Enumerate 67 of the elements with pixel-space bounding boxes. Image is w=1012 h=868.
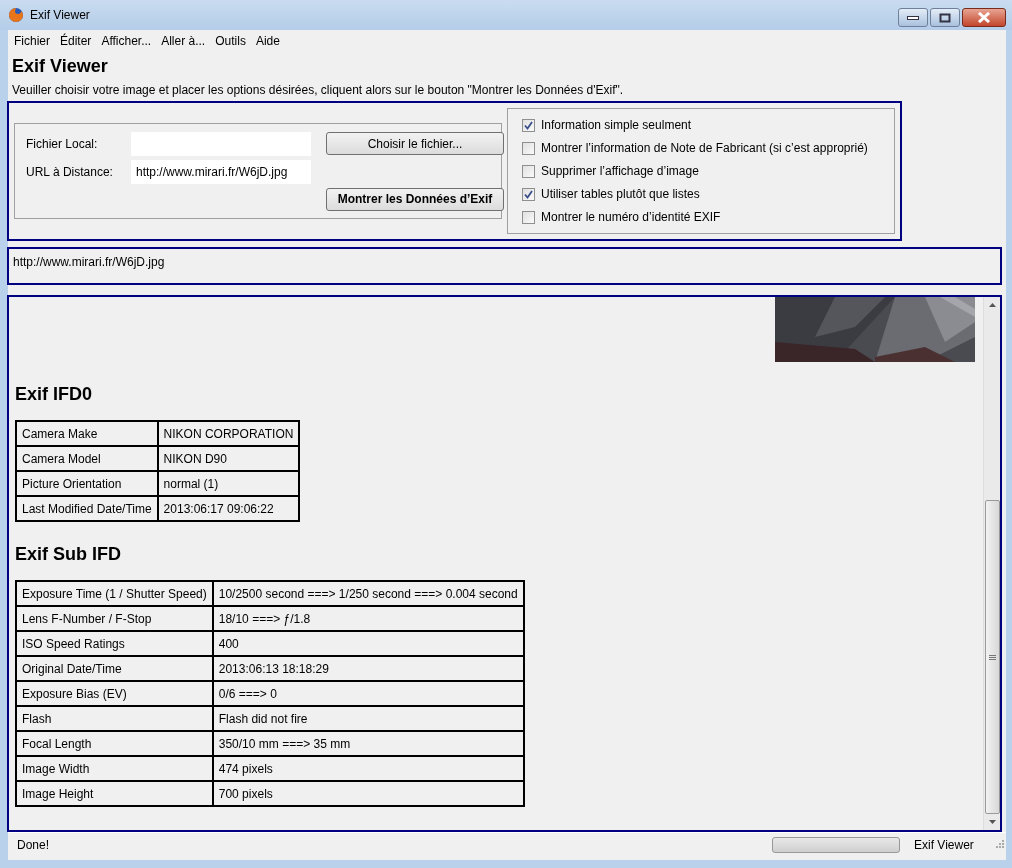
section-heading: Exif Sub IFD <box>15 544 122 565</box>
value-cell: 474 pixels <box>212 756 524 781</box>
checkbox[interactable] <box>522 164 535 178</box>
section-heading: Exif IFD0 <box>15 384 94 405</box>
maximize-icon <box>939 12 951 23</box>
minimize-button[interactable] <box>898 8 928 27</box>
checkbox[interactable] <box>522 118 535 132</box>
tag-cell: Exposure Time (1 / Shutter Speed) <box>16 581 213 606</box>
status-message: Done! <box>17 838 51 852</box>
tag-cell: Last Modified Date/Time <box>16 496 158 521</box>
value-cell: 350/10 mm ===> 35 mm <box>212 731 524 756</box>
tag-cell: Camera Model <box>16 446 158 471</box>
minimize-icon <box>907 14 919 21</box>
tag-cell: Image Width <box>16 756 213 781</box>
option-label: Montrer l’information de Note de Fabricant (si c’est approprié) <box>541 141 868 155</box>
close-icon <box>977 12 991 23</box>
page-heading: Exif Viewer <box>12 55 109 77</box>
tag-cell: Original Date/Time <box>16 656 213 681</box>
value-cell: normal (1) <box>157 471 300 496</box>
url-field[interactable]: http://www.mirari.fr/W6jD.jpg <box>131 159 311 184</box>
tag-cell: Picture Orientation <box>16 471 158 496</box>
tag-cell: Exposure Bias (EV) <box>16 681 213 706</box>
menu-item[interactable]: Éditer <box>56 34 98 48</box>
tag-cell: Image Height <box>16 781 213 806</box>
menu-item[interactable]: Fichier <box>10 34 56 48</box>
choose-file-button[interactable]: Choisir le fichier... <box>326 132 504 155</box>
field-label: Fichier Local: <box>26 136 99 151</box>
show-exif-button[interactable]: Montrer les Données d’Exif <box>326 187 504 211</box>
value-cell: 2013:06:17 09:06:22 <box>157 496 300 521</box>
option-label: Supprimer l’affichage d’image <box>541 164 699 178</box>
browser-icon <box>8 7 24 23</box>
status-app-name: Exif Viewer <box>914 838 975 852</box>
value-cell: 10/2500 second ===> 1/250 second ===> 0.004 second <box>212 581 524 606</box>
option-label: Utiliser tables plutôt que listes <box>541 187 700 201</box>
checkbox[interactable] <box>522 210 535 224</box>
value-cell: 400 <box>212 631 524 656</box>
option-label: Information simple seulment <box>541 118 692 132</box>
maximize-button[interactable] <box>930 8 960 27</box>
tag-cell: Focal Length <box>16 731 213 756</box>
scrollbar[interactable] <box>983 297 1000 830</box>
menu-item[interactable]: Afficher... <box>97 34 158 48</box>
instructions-text: Veuiller choisir votre image et placer les options désirées, cliquent alors sur le bouton "Montrer les Données d'Exif". <box>12 83 625 97</box>
tag-cell: Flash <box>16 706 213 731</box>
field-label: URL à Distance: <box>26 164 114 179</box>
option-label: Montrer le numéro d’identité EXIF <box>541 210 721 224</box>
grip-icon <box>989 653 996 661</box>
tag-cell: ISO Speed Ratings <box>16 631 213 656</box>
scroll-down-icon[interactable] <box>988 820 996 824</box>
value-cell: Flash did not fire <box>212 706 524 731</box>
menu-item[interactable]: Aller à... <box>157 34 212 48</box>
value-cell: NIKON D90 <box>157 446 300 471</box>
tag-cell: Lens F-Number / F-Stop <box>16 606 213 631</box>
value-cell: 18/10 ===> ƒ/1.8 <box>212 606 524 631</box>
value-cell: 700 pixels <box>212 781 524 806</box>
image-url: http://www.mirari.fr/W6jD.jpg <box>13 255 165 269</box>
value-cell: NIKON CORPORATION <box>157 421 300 446</box>
value-cell: 0/6 ===> 0 <box>212 681 524 706</box>
scroll-up-icon[interactable] <box>988 303 996 307</box>
window-title: Exif Viewer <box>30 8 91 22</box>
menu-item[interactable]: Outils <box>211 34 252 48</box>
resize-grip-icon[interactable] <box>994 838 1004 848</box>
tag-cell: Camera Make <box>16 421 158 446</box>
menu-item[interactable]: Aide <box>251 34 286 48</box>
checkbox[interactable] <box>522 187 535 201</box>
checkbox[interactable] <box>522 141 535 155</box>
value-cell: 2013:06:13 18:18:29 <box>212 656 524 681</box>
close-button[interactable] <box>962 8 1006 27</box>
